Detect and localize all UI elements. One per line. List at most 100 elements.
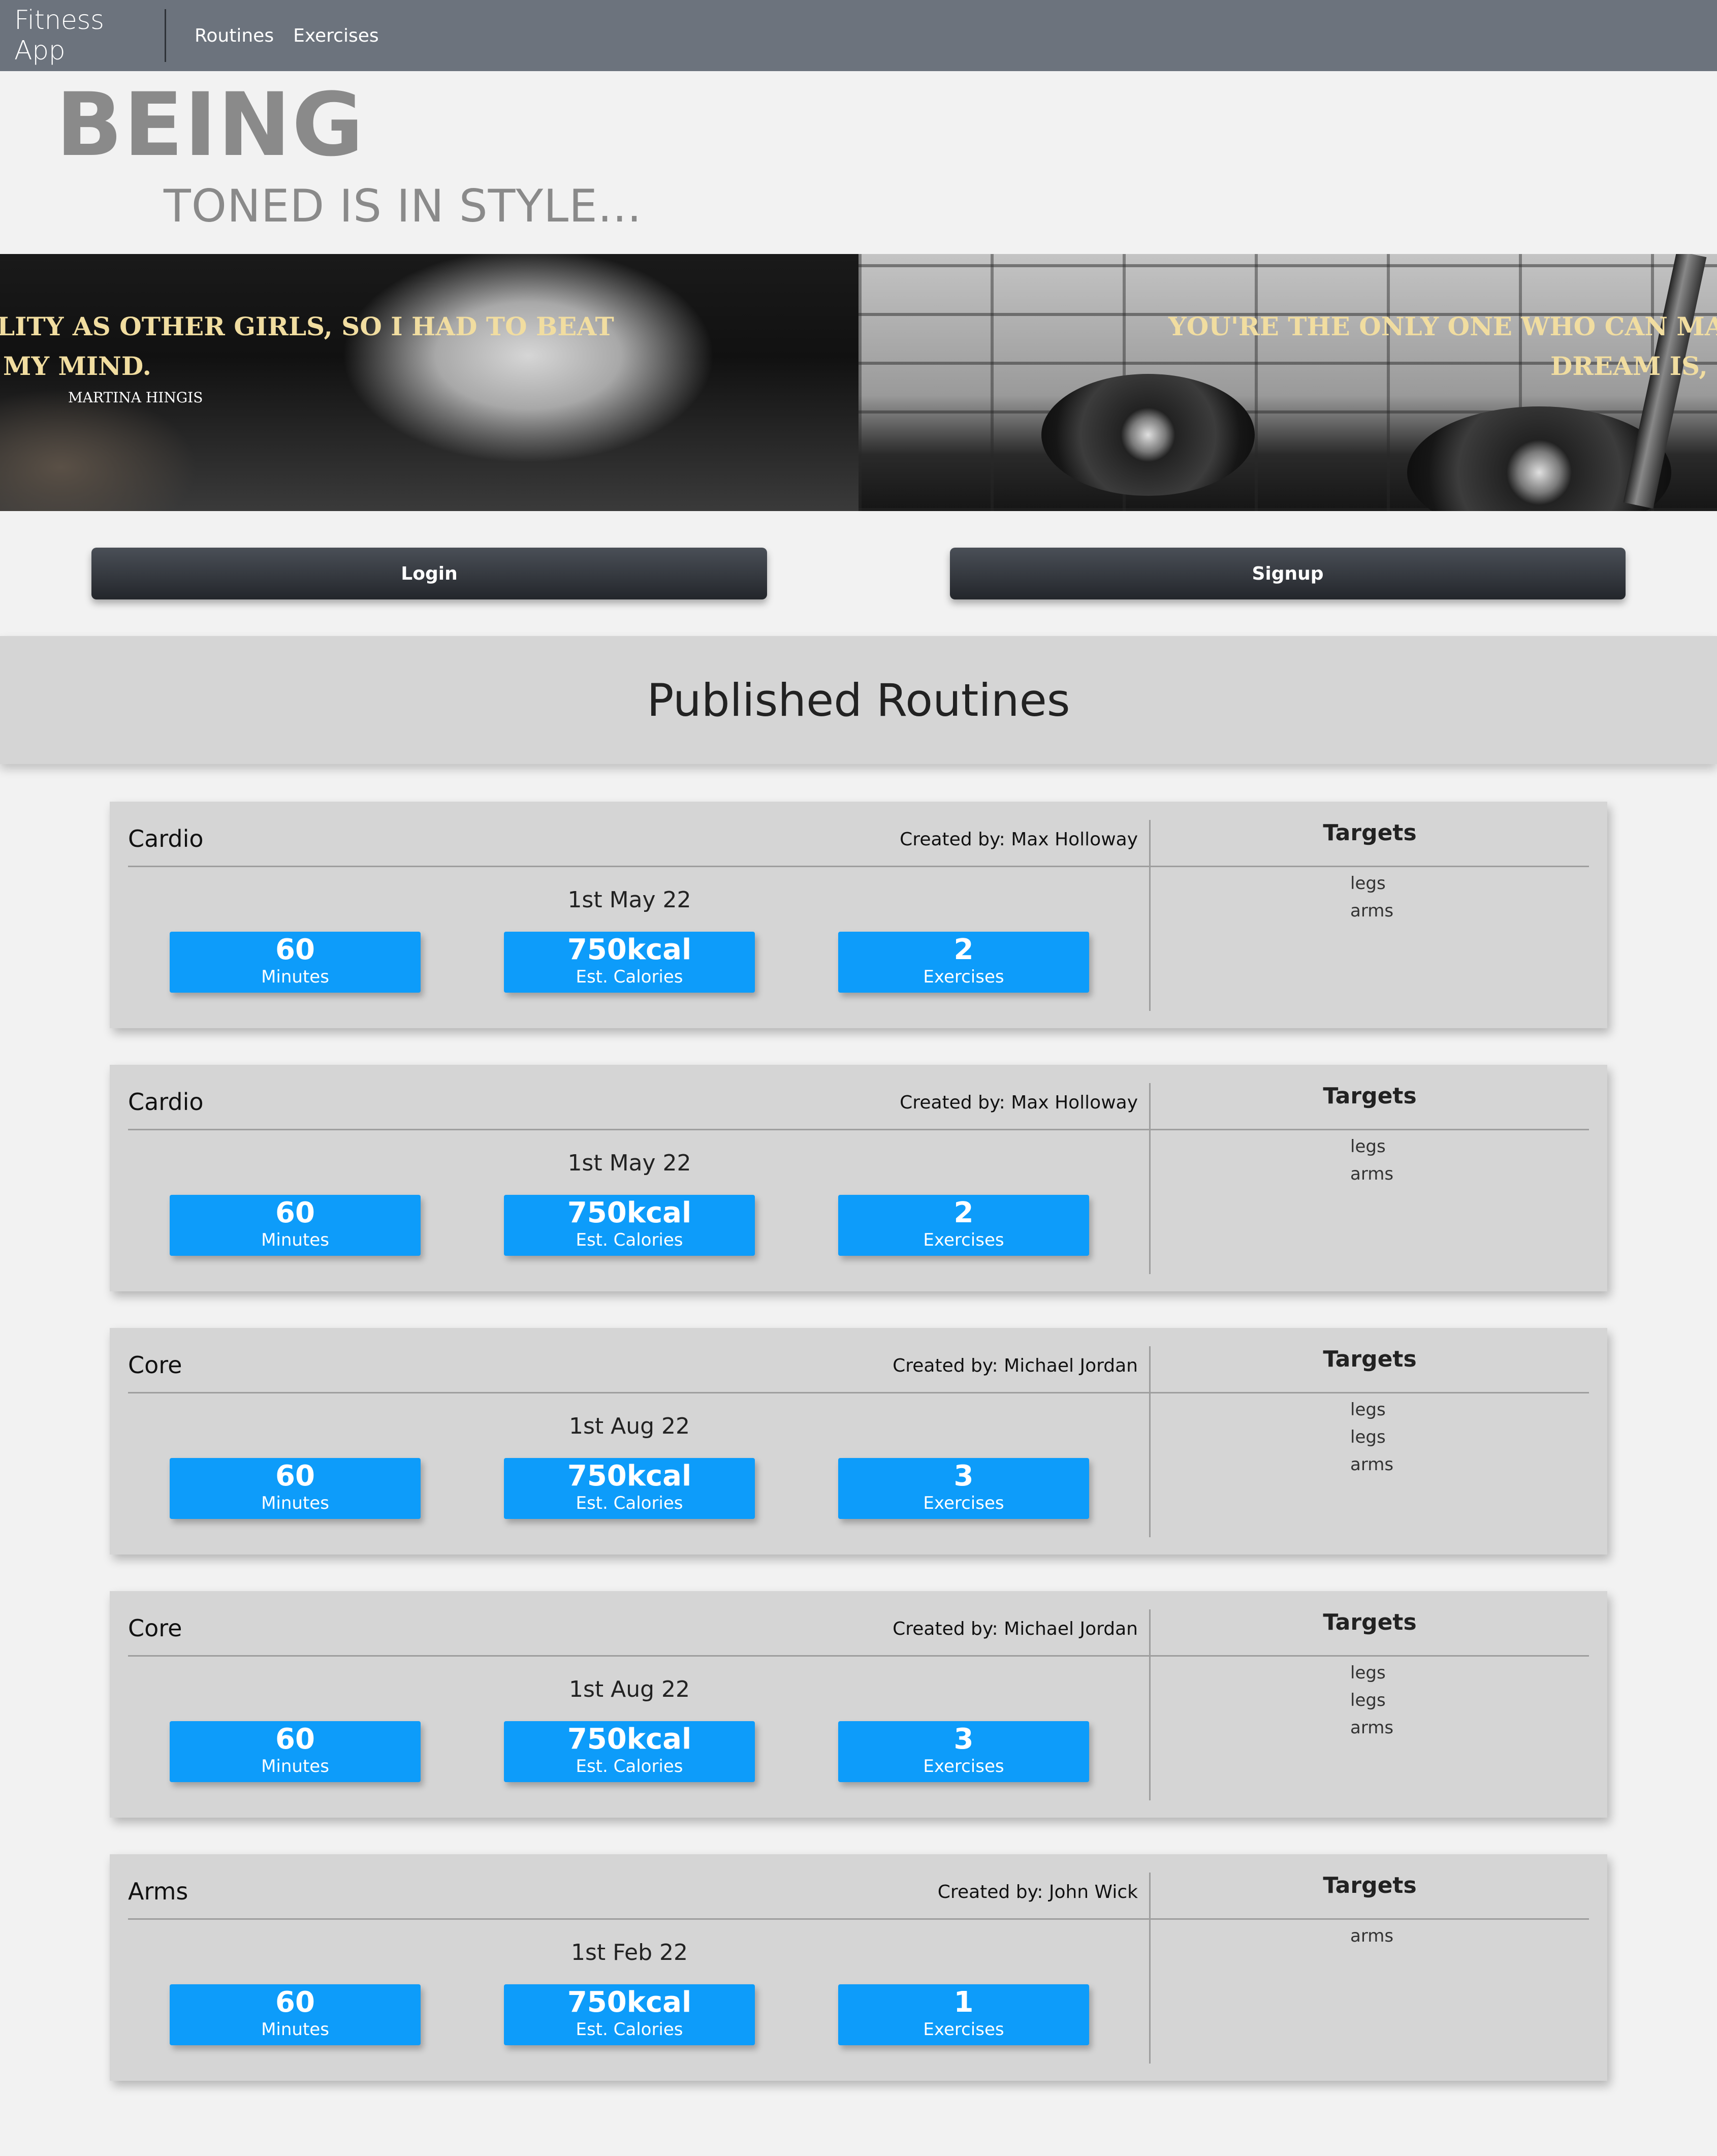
calories-badge: 750kcal Est. Calories	[504, 932, 755, 993]
divider	[1149, 1873, 1151, 2064]
routine-creator: Created by: Michael Jordan	[893, 1355, 1138, 1376]
target-item: arms	[1350, 1164, 1394, 1184]
duration-value: 60	[275, 1196, 315, 1229]
routine-creator: Created by: Max Holloway	[900, 829, 1138, 850]
calories-value: 750kcal	[567, 1986, 692, 2019]
targets-list: legs legs arms	[1350, 1659, 1393, 1741]
duration-badge: 60 Minutes	[170, 1984, 421, 2045]
weight-plate-image	[1041, 374, 1255, 496]
routine-date: 1st Feb 22	[570, 1940, 688, 1965]
nav-link-exercises[interactable]: Exercises	[293, 25, 379, 46]
duration-value: 60	[275, 1986, 315, 2019]
banner-quote-line: DREAM IS, G	[1550, 351, 1717, 381]
exercises-value: 1	[953, 1986, 974, 2019]
target-item: legs	[1350, 873, 1386, 894]
routine-card[interactable]: Core Created by: Michael Jordan 1st Aug …	[110, 1328, 1607, 1555]
targets-heading: Targets	[1323, 1346, 1417, 1372]
hero-subtitle: TONED IS IN STYLE...	[164, 180, 642, 232]
calories-value: 750kcal	[567, 933, 692, 966]
routine-card[interactable]: Cardio Created by: Max Holloway 1st May …	[110, 1065, 1607, 1291]
target-item: arms	[1350, 901, 1394, 921]
routine-name: Cardio	[128, 1088, 204, 1116]
duration-value: 60	[275, 933, 315, 966]
calories-label: Est. Calories	[576, 1230, 683, 1250]
duration-label: Minutes	[261, 1493, 329, 1513]
targets-heading: Targets	[1323, 1609, 1417, 1635]
divider	[128, 1655, 1589, 1657]
calories-badge: 750kcal Est. Calories	[504, 1984, 755, 2045]
hero-title: BEING	[56, 74, 365, 176]
routine-name: Core	[128, 1614, 182, 1642]
routine-date: 1st Aug 22	[568, 1676, 690, 1702]
section-header: Published Routines	[0, 636, 1717, 764]
routine-date: 1st May 22	[567, 887, 691, 913]
duration-label: Minutes	[261, 2019, 329, 2040]
nav-link-routines[interactable]: Routines	[195, 25, 274, 46]
targets-heading: Targets	[1323, 1083, 1417, 1109]
divider	[1149, 1346, 1151, 1537]
calories-value: 750kcal	[567, 1723, 692, 1756]
exercises-label: Exercises	[923, 1756, 1004, 1777]
calories-value: 750kcal	[567, 1196, 692, 1229]
banner-quote-line: LITY AS OTHER GIRLS, SO I HAD TO BEAT	[0, 311, 614, 341]
calories-label: Est. Calories	[576, 967, 683, 987]
targets-heading: Targets	[1323, 1873, 1417, 1898]
calories-label: Est. Calories	[576, 2019, 683, 2040]
navbar: Fitness App Routines Exercises	[0, 0, 1717, 71]
duration-badge: 60 Minutes	[170, 1195, 421, 1256]
divider	[128, 1129, 1589, 1130]
exercises-value: 3	[953, 1723, 974, 1756]
routine-creator: Created by: John Wick	[937, 1882, 1138, 1903]
calories-badge: 750kcal Est. Calories	[504, 1195, 755, 1256]
routine-creator: Created by: Max Holloway	[900, 1092, 1138, 1113]
divider	[128, 866, 1589, 867]
duration-label: Minutes	[261, 1756, 329, 1777]
targets-heading: Targets	[1323, 820, 1417, 846]
target-item: legs	[1350, 1663, 1386, 1683]
divider	[1149, 1609, 1151, 1800]
target-item: legs	[1350, 1400, 1386, 1420]
exercises-badge: 2 Exercises	[838, 932, 1089, 993]
routine-creator: Created by: Michael Jordan	[893, 1619, 1138, 1639]
exercises-label: Exercises	[923, 1493, 1004, 1513]
routine-name: Cardio	[128, 825, 204, 852]
exercises-badge: 2 Exercises	[838, 1195, 1089, 1256]
signup-button[interactable]: Signup	[950, 548, 1626, 599]
divider	[1149, 1083, 1151, 1274]
exercises-value: 3	[953, 1460, 974, 1493]
banner-quote-line: MY MIND.	[3, 351, 151, 381]
duration-badge: 60 Minutes	[170, 1458, 421, 1519]
target-item: legs	[1350, 1136, 1386, 1157]
duration-label: Minutes	[261, 967, 329, 987]
target-item: legs	[1350, 1690, 1386, 1710]
exercises-value: 2	[953, 933, 974, 966]
banner-slide-athlete: LITY AS OTHER GIRLS, SO I HAD TO BEAT MY…	[0, 254, 858, 511]
target-item: arms	[1350, 1926, 1394, 1946]
routine-list: Cardio Created by: Max Holloway 1st May …	[110, 802, 1607, 2117]
calories-badge: 750kcal Est. Calories	[504, 1458, 755, 1519]
brand-logo[interactable]: Fitness App	[0, 5, 163, 66]
duration-value: 60	[275, 1460, 315, 1493]
section-title: Published Routines	[647, 674, 1070, 726]
routine-name: Core	[128, 1351, 182, 1379]
target-item: arms	[1350, 1454, 1394, 1475]
targets-list: legs legs arms	[1350, 1396, 1393, 1478]
targets-list: legs arms	[1350, 870, 1393, 925]
duration-label: Minutes	[261, 1230, 329, 1250]
routine-card[interactable]: Arms Created by: John Wick 1st Feb 22 60…	[110, 1854, 1607, 2081]
login-button[interactable]: Login	[91, 548, 767, 599]
calories-badge: 750kcal Est. Calories	[504, 1721, 755, 1782]
routine-card[interactable]: Cardio Created by: Max Holloway 1st May …	[110, 802, 1607, 1028]
exercises-label: Exercises	[923, 967, 1004, 987]
routine-card[interactable]: Core Created by: Michael Jordan 1st Aug …	[110, 1591, 1607, 1818]
target-item: arms	[1350, 1718, 1394, 1738]
quote-banner: LITY AS OTHER GIRLS, SO I HAD TO BEAT MY…	[0, 254, 1717, 511]
exercises-label: Exercises	[923, 2019, 1004, 2040]
banner-quote-line: YOU'RE THE ONLY ONE WHO CAN MAKE	[1168, 311, 1717, 341]
divider	[128, 1918, 1589, 1920]
nav-divider	[165, 9, 166, 62]
divider	[128, 1392, 1589, 1393]
banner-slide-weights: YOU'RE THE ONLY ONE WHO CAN MAKE DREAM I…	[858, 254, 1717, 511]
routine-name: Arms	[128, 1878, 188, 1905]
exercises-label: Exercises	[923, 1230, 1004, 1250]
